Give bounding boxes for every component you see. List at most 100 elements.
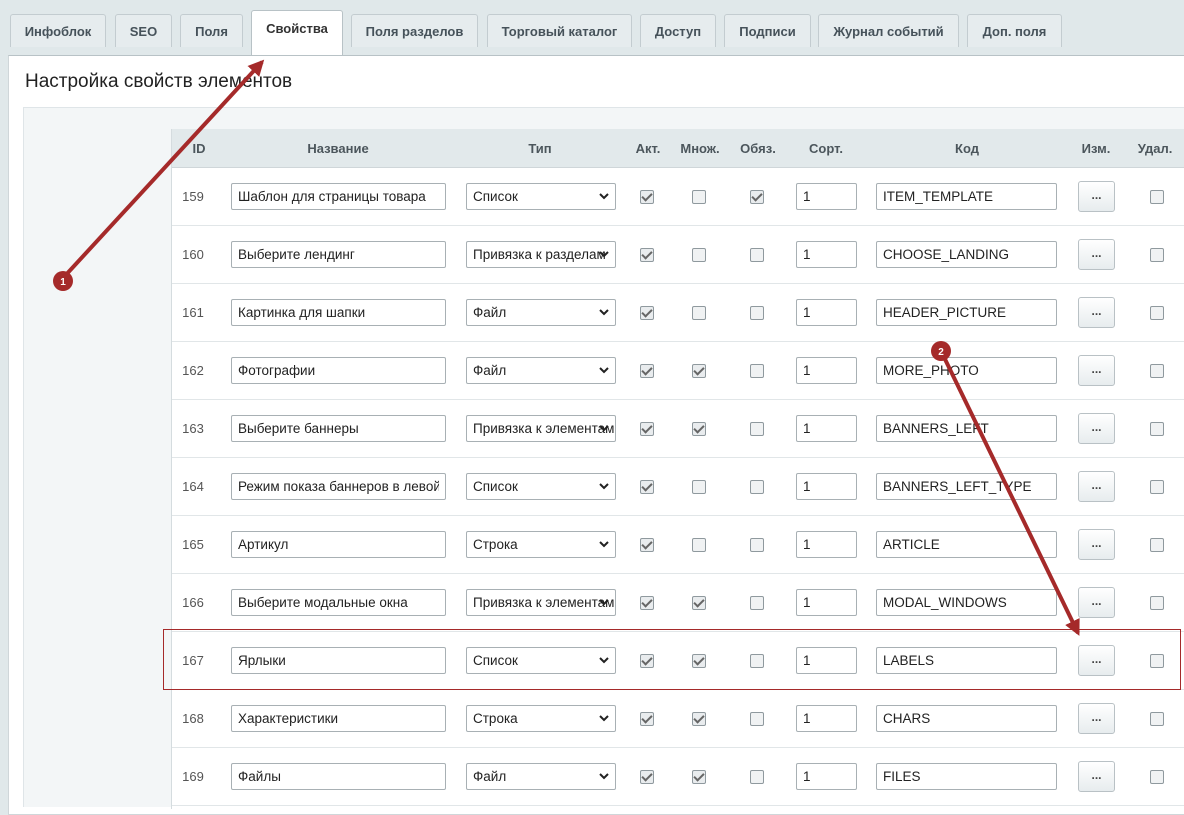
- property-type-select[interactable]: Список: [466, 473, 616, 500]
- edit-property-button[interactable]: ...: [1078, 587, 1115, 618]
- required-checkbox[interactable]: [750, 596, 764, 610]
- required-checkbox[interactable]: [750, 248, 764, 262]
- active-checkbox[interactable]: [640, 364, 654, 378]
- property-name-input[interactable]: [231, 473, 446, 500]
- property-type-select[interactable]: Строка: [466, 705, 616, 732]
- multiple-checkbox[interactable]: [692, 770, 706, 784]
- delete-checkbox[interactable]: [1150, 422, 1164, 436]
- property-code-input[interactable]: [876, 531, 1057, 558]
- edit-property-button[interactable]: ...: [1078, 529, 1115, 560]
- property-name-input[interactable]: [231, 299, 446, 326]
- sort-input[interactable]: [796, 473, 857, 500]
- active-checkbox[interactable]: [640, 480, 654, 494]
- delete-checkbox[interactable]: [1150, 538, 1164, 552]
- multiple-checkbox[interactable]: [692, 190, 706, 204]
- sort-input[interactable]: [796, 357, 857, 384]
- multiple-checkbox[interactable]: [692, 306, 706, 320]
- property-name-input[interactable]: [231, 357, 446, 384]
- tab-section-fields[interactable]: Поля разделов: [351, 14, 478, 47]
- multiple-checkbox[interactable]: [692, 596, 706, 610]
- tab-infoblock[interactable]: Инфоблок: [10, 14, 106, 47]
- sort-input[interactable]: [796, 705, 857, 732]
- delete-checkbox[interactable]: [1150, 190, 1164, 204]
- edit-property-button[interactable]: ...: [1078, 239, 1115, 270]
- property-type-select[interactable]: Файл: [466, 763, 616, 790]
- multiple-checkbox[interactable]: [692, 480, 706, 494]
- active-checkbox[interactable]: [640, 190, 654, 204]
- property-name-input[interactable]: [231, 531, 446, 558]
- delete-checkbox[interactable]: [1150, 480, 1164, 494]
- property-code-input[interactable]: [876, 647, 1057, 674]
- edit-property-button[interactable]: ...: [1078, 355, 1115, 386]
- edit-property-button[interactable]: ...: [1078, 761, 1115, 792]
- sort-input[interactable]: [796, 183, 857, 210]
- sort-input[interactable]: [796, 299, 857, 326]
- sort-input[interactable]: [796, 763, 857, 790]
- multiple-checkbox[interactable]: [692, 422, 706, 436]
- property-code-input[interactable]: [876, 299, 1057, 326]
- property-code-input[interactable]: [876, 415, 1057, 442]
- property-code-input[interactable]: [876, 241, 1057, 268]
- property-name-input[interactable]: [231, 705, 446, 732]
- property-name-input[interactable]: [231, 241, 446, 268]
- multiple-checkbox[interactable]: [692, 654, 706, 668]
- required-checkbox[interactable]: [750, 654, 764, 668]
- edit-property-button[interactable]: ...: [1078, 703, 1115, 734]
- property-name-input[interactable]: [231, 763, 446, 790]
- property-type-select[interactable]: Привязка к разделам: [466, 241, 616, 268]
- property-code-input[interactable]: [876, 183, 1057, 210]
- active-checkbox[interactable]: [640, 538, 654, 552]
- multiple-checkbox[interactable]: [692, 248, 706, 262]
- active-checkbox[interactable]: [640, 422, 654, 436]
- required-checkbox[interactable]: [750, 538, 764, 552]
- active-checkbox[interactable]: [640, 770, 654, 784]
- multiple-checkbox[interactable]: [692, 712, 706, 726]
- required-checkbox[interactable]: [750, 712, 764, 726]
- tab-properties[interactable]: Свойства: [251, 10, 343, 56]
- delete-checkbox[interactable]: [1150, 364, 1164, 378]
- tab-extra-fields[interactable]: Доп. поля: [967, 14, 1062, 47]
- active-checkbox[interactable]: [640, 306, 654, 320]
- property-name-input[interactable]: [231, 183, 446, 210]
- tab-fields[interactable]: Поля: [180, 14, 243, 47]
- active-checkbox[interactable]: [640, 654, 654, 668]
- delete-checkbox[interactable]: [1150, 248, 1164, 262]
- property-name-input[interactable]: [231, 647, 446, 674]
- sort-input[interactable]: [796, 531, 857, 558]
- multiple-checkbox[interactable]: [692, 364, 706, 378]
- property-code-input[interactable]: [876, 589, 1057, 616]
- delete-checkbox[interactable]: [1150, 306, 1164, 320]
- delete-checkbox[interactable]: [1150, 770, 1164, 784]
- required-checkbox[interactable]: [750, 770, 764, 784]
- property-type-select[interactable]: Строка: [466, 531, 616, 558]
- tab-event-log[interactable]: Журнал событий: [818, 14, 959, 47]
- active-checkbox[interactable]: [640, 712, 654, 726]
- required-checkbox[interactable]: [750, 190, 764, 204]
- required-checkbox[interactable]: [750, 364, 764, 378]
- multiple-checkbox[interactable]: [692, 538, 706, 552]
- sort-input[interactable]: [796, 415, 857, 442]
- tab-trade-catalog[interactable]: Торговый каталог: [487, 14, 632, 47]
- property-code-input[interactable]: [876, 473, 1057, 500]
- edit-property-button[interactable]: ...: [1078, 413, 1115, 444]
- delete-checkbox[interactable]: [1150, 712, 1164, 726]
- property-type-select[interactable]: Файл: [466, 299, 616, 326]
- property-type-select[interactable]: Файл: [466, 357, 616, 384]
- required-checkbox[interactable]: [750, 422, 764, 436]
- tab-seo[interactable]: SEO: [115, 14, 172, 47]
- property-code-input[interactable]: [876, 763, 1057, 790]
- edit-property-button[interactable]: ...: [1078, 297, 1115, 328]
- sort-input[interactable]: [796, 589, 857, 616]
- active-checkbox[interactable]: [640, 596, 654, 610]
- delete-checkbox[interactable]: [1150, 654, 1164, 668]
- property-code-input[interactable]: [876, 357, 1057, 384]
- edit-property-button[interactable]: ...: [1078, 471, 1115, 502]
- sort-input[interactable]: [796, 647, 857, 674]
- required-checkbox[interactable]: [750, 306, 764, 320]
- property-type-select[interactable]: Привязка к элементам: [466, 589, 616, 616]
- property-type-select[interactable]: Привязка к элементам: [466, 415, 616, 442]
- sort-input[interactable]: [796, 241, 857, 268]
- property-code-input[interactable]: [876, 705, 1057, 732]
- required-checkbox[interactable]: [750, 480, 764, 494]
- edit-property-button[interactable]: ...: [1078, 181, 1115, 212]
